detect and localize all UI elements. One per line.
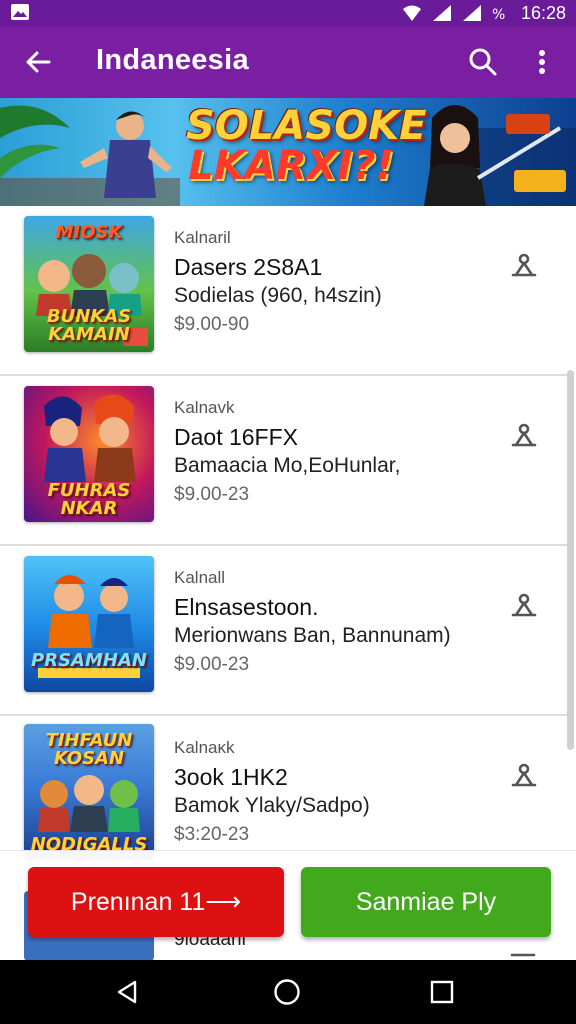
banner-title-line2: LKARXI?!: [188, 143, 394, 189]
download-icon: [511, 423, 537, 447]
app-thumbnail: TIHFAUN KOSAN NODIGALLS: [24, 724, 154, 860]
circle-home-icon: [274, 979, 300, 1005]
item-price: $9.00-23: [174, 484, 250, 505]
more-vertical-icon: [539, 50, 545, 74]
item-text: Kalnall Elnsasestoon. Merionwans Ban, Ba…: [174, 568, 451, 680]
page-title: Indaneesia: [96, 44, 249, 76]
item-title: 3ook 1HK2: [174, 764, 288, 790]
svg-text:%: %: [492, 7, 505, 22]
item-title: Elnsasestoon.: [174, 594, 319, 620]
item-price: $9.00-23: [174, 654, 250, 675]
square-recents-icon: [430, 980, 454, 1004]
back-button[interactable]: [18, 42, 58, 82]
item-title: Dasers 2S8A1: [174, 254, 323, 280]
scrollbar[interactable]: [567, 370, 574, 750]
install-button[interactable]: [504, 246, 544, 286]
app-thumbnail: PRSAMHAN: [24, 556, 154, 692]
thumbnail-top-text: TIHFAUN KOSAN: [45, 730, 133, 769]
status-bar: % 16:28: [0, 0, 576, 26]
play-button[interactable]: Sanmiae Ply: [301, 867, 551, 937]
nav-back-button[interactable]: [108, 972, 148, 1012]
thumbnail-title: BUNKAS KAMAIN: [46, 306, 132, 345]
install-button[interactable]: [504, 416, 544, 456]
search-icon: [469, 48, 497, 76]
bottom-action-bar: 9loaaaril Prenınan 11⟶ Sanmiae Ply: [0, 850, 576, 961]
nav-home-button[interactable]: [267, 972, 307, 1012]
thumbnail-title: FUHRAS NKAR: [47, 480, 131, 519]
install-button[interactable]: [504, 586, 544, 626]
banner-title-line1: SOLASOKE: [186, 103, 427, 149]
item-subtitle: Kalnaκk: [174, 738, 235, 757]
image-icon: [10, 3, 30, 21]
signal-icon: [461, 4, 483, 22]
item-subtitle: Kalnavk: [174, 398, 235, 417]
premium-button[interactable]: Prenınan 11⟶: [28, 867, 284, 937]
item-subtitle: Kalnall: [174, 568, 226, 587]
item-description: Bamaacia Mo,EoHunlar,: [174, 454, 401, 477]
data-percent-icon: %: [491, 4, 513, 23]
item-subtitle: Kalnaril: [174, 228, 231, 247]
item-title: Daot 16FFX: [174, 424, 298, 450]
navigation-bar: [0, 960, 576, 1024]
install-button[interactable]: [504, 756, 544, 796]
search-button[interactable]: [463, 42, 503, 82]
item-text: Kalnaκk 3ook 1HK2 Bamok Ylaky/Sadpo) $3:…: [174, 738, 370, 850]
app-thumbnail: FUHRAS NKAR: [24, 386, 154, 522]
hotspot-icon: [401, 4, 423, 22]
item-description: Merionwans Ban, Bannunam): [174, 624, 451, 647]
app-thumbnail: MIOSK BUNKAS KAMAIN: [24, 216, 154, 352]
arrow-left-icon: [26, 51, 51, 73]
item-price: $3:20-23: [174, 824, 250, 845]
download-icon: [511, 763, 537, 787]
thumbnail-top-text: MIOSK: [55, 222, 123, 243]
item-description: Bamok Ylaky/Sadpo): [174, 794, 370, 817]
banner-title: SOLASOKE LKARXI?!: [186, 103, 427, 189]
more-options-button[interactable]: [522, 42, 562, 82]
list-item[interactable]: FUHRAS NKAR Kalnavk Daot 16FFX Bamaacia …: [0, 376, 568, 546]
nav-recents-button[interactable]: [422, 972, 462, 1012]
download-icon: [511, 593, 537, 617]
item-price: $9.00-90: [174, 314, 250, 335]
download-icon: [511, 253, 537, 277]
status-time: 16:28: [520, 2, 566, 23]
list-item[interactable]: PRSAMHAN Kalnall Elnsasestoon. Merionwan…: [0, 546, 568, 716]
triangle-back-icon: [117, 980, 137, 1004]
thumbnail-title: PRSAMHAN: [31, 650, 147, 671]
list-item[interactable]: MIOSK BUNKAS KAMAIN Kalnaril Dasers 2S8A…: [0, 206, 568, 376]
item-description: Sodielas (960, h4szin): [174, 284, 382, 307]
promo-banner[interactable]: SOLASOKE LKARXI?!: [0, 98, 576, 206]
thumbnail-art: [38, 575, 140, 678]
item-text: Kalnaril Dasers 2S8A1 Sodielas (960, h4s…: [174, 228, 382, 340]
item-text: Kalnavk Daot 16FFX Bamaacia Mo,EoHunlar,…: [174, 398, 400, 510]
app-bar: Indaneesia: [0, 26, 576, 98]
signal-icon: [431, 4, 453, 22]
